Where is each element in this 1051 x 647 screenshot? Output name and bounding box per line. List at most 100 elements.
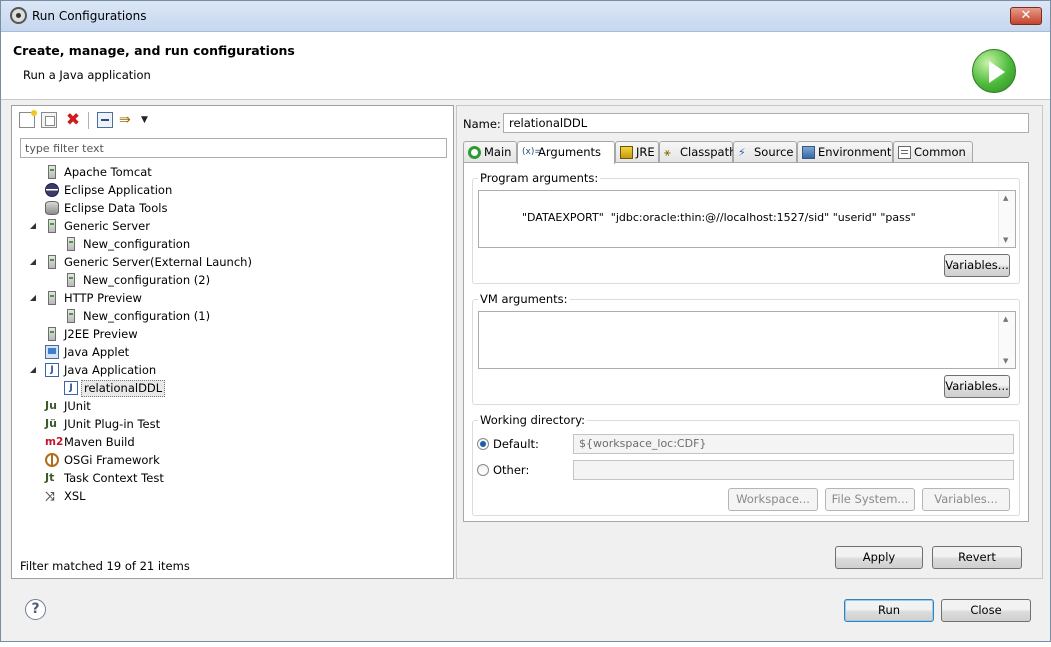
window-close-button[interactable]: ✕ [1010,7,1042,25]
scroll-down-icon[interactable]: ▼ [1003,236,1008,244]
run-configurations-window: Run Configurations ✕ Create, manage, and… [0,0,1051,642]
close-button[interactable]: Close [941,599,1031,622]
program-variables-button[interactable]: Variables... [944,254,1010,277]
tab-common[interactable]: Common [893,141,973,163]
header-title: Create, manage, and run configurations [13,43,295,58]
expand-arrow-icon[interactable]: ◢ [28,361,38,379]
expand-arrow-icon[interactable]: ◢ [28,289,38,307]
java-app-icon: J [45,363,59,377]
tree-item[interactable]: Ju JUnit [12,397,453,415]
collapse-all-icon[interactable] [97,112,113,128]
osgi-icon [45,453,59,467]
delete-configuration-icon[interactable]: ✖ [65,112,81,129]
configurations-panel: ✖ ⇛ ▼ Apache Tomcat Eclipse Application Ec… [11,105,454,579]
other-directory-radio[interactable] [477,464,489,476]
task-context-icon: Jt [45,471,55,484]
tree-item[interactable]: New_configuration (1) [12,307,453,325]
eclipse-icon [45,183,59,197]
tree-item-label: Java Applet [64,345,130,359]
scroll-down-icon[interactable]: ▼ [1003,357,1008,365]
tree-item-label: Maven Build [64,435,135,449]
source-icon: ⚡ [738,146,746,159]
tab-environment[interactable]: Environment [797,141,893,163]
arguments-icon: (x)= [522,147,542,157]
tree-item-label: New_configuration [83,237,191,251]
tree-item[interactable]: Jü JUnit Plug-in Test [12,415,453,433]
new-configuration-icon[interactable] [19,110,37,128]
vm-arguments-group: VM arguments: ▲ ▼ Variables... [472,292,1020,405]
default-directory-label: Default: [493,437,539,451]
tab-classpath[interactable]: ⚹ Classpath [659,141,736,163]
tree-item-label: JUnit [64,399,91,413]
tree-item[interactable]: JrelationalDDL [12,379,453,397]
configuration-name-input[interactable] [503,113,1029,133]
tree-item[interactable]: New_configuration (2) [12,271,453,289]
server-icon [48,327,56,341]
program-arguments-scrollbar[interactable]: ▲ ▼ [998,191,1015,247]
workspace-button[interactable]: Workspace... [728,488,818,511]
other-directory-field[interactable] [573,460,1014,480]
tree-item[interactable]: OSGi Framework [12,451,453,469]
tree-item[interactable]: ◢ Generic Server(External Launch) [12,253,453,271]
working-directory-label: Working directory: [478,413,588,427]
tree-item[interactable]: Apache Tomcat [12,163,453,181]
help-icon[interactable]: ? [25,599,46,620]
tab-label: Main [484,145,512,159]
tab-jre[interactable]: JRE [615,141,659,163]
tree-item[interactable]: ◢ HTTP Preview [12,289,453,307]
tree-item[interactable]: J2EE Preview [12,325,453,343]
configurations-tree: Apache Tomcat Eclipse Application Eclipse … [12,163,453,505]
tree-item[interactable]: ◢ J Java Application [12,361,453,379]
tree-item[interactable]: m2 Maven Build [12,433,453,451]
vm-variables-button[interactable]: Variables... [944,375,1010,398]
vm-arguments-label: VM arguments: [478,292,570,306]
vm-arguments-textarea[interactable]: ▲ ▼ [478,311,1016,369]
tree-item[interactable]: Eclipse Data Tools [12,199,453,217]
classpath-icon: ⚹ [664,146,671,159]
tab-label: Environment [818,145,892,159]
working-dir-variables-button[interactable]: Variables... [922,488,1010,511]
tab-arguments[interactable]: (x)= Arguments [517,141,615,164]
tab-label: Source [754,145,794,159]
expand-arrow-icon[interactable]: ◢ [28,253,38,271]
default-directory-radio[interactable] [477,438,489,450]
server-icon [48,165,56,179]
junit-icon: Ju [45,399,57,412]
tree-item[interactable]: ◢ Generic Server [12,217,453,235]
tree-item[interactable]: Eclipse Application [12,181,453,199]
program-arguments-group: Program arguments: "DATAEXPORT" "jdbc:or… [472,171,1020,284]
filter-configurations-icon[interactable]: ⇛ [119,112,135,128]
file-system-button[interactable]: File System... [825,488,915,511]
arguments-tab-content: Program arguments: "DATAEXPORT" "jdbc:or… [463,162,1029,522]
filter-status: Filter matched 19 of 21 items [20,559,190,573]
toolbar-separator [88,112,89,129]
main-icon [468,146,481,159]
working-directory-group: Working directory: Default: ${workspace_… [472,413,1020,516]
scroll-up-icon[interactable]: ▲ [1003,315,1008,323]
server-icon [48,219,56,233]
tree-item-label: JUnit Plug-in Test [64,417,161,431]
run-button[interactable]: Run [844,599,934,622]
program-arguments-value: "DATAEXPORT" "jdbc:oracle:thin:@//localh… [521,211,916,224]
program-arguments-textarea[interactable]: "DATAEXPORT" "jdbc:oracle:thin:@//localh… [478,190,1016,248]
tree-item-label: Task Context Test [64,471,164,485]
tree-item[interactable]: Java Applet [12,343,453,361]
maven-icon: m2 [45,436,64,448]
revert-button[interactable]: Revert [932,546,1022,569]
filter-input[interactable] [20,138,447,158]
tree-item-label: HTTP Preview [64,291,142,305]
tab-label: Common [914,145,966,159]
duplicate-configuration-icon[interactable] [41,112,57,128]
apply-button[interactable]: Apply [835,546,923,569]
tab-main[interactable]: Main [463,141,517,163]
view-menu-icon[interactable]: ▼ [141,112,151,128]
server-icon [48,291,56,305]
tree-item[interactable]: New_configuration [12,235,453,253]
tree-item-label: Generic Server [64,219,150,233]
scroll-up-icon[interactable]: ▲ [1003,194,1008,202]
vm-arguments-scrollbar[interactable]: ▲ ▼ [998,312,1015,368]
tree-item[interactable]: Jt Task Context Test [12,469,453,487]
expand-arrow-icon[interactable]: ◢ [28,217,38,235]
tree-item[interactable]: ⤨ XSL [12,487,453,505]
tab-source[interactable]: ⚡ Source [733,141,797,163]
